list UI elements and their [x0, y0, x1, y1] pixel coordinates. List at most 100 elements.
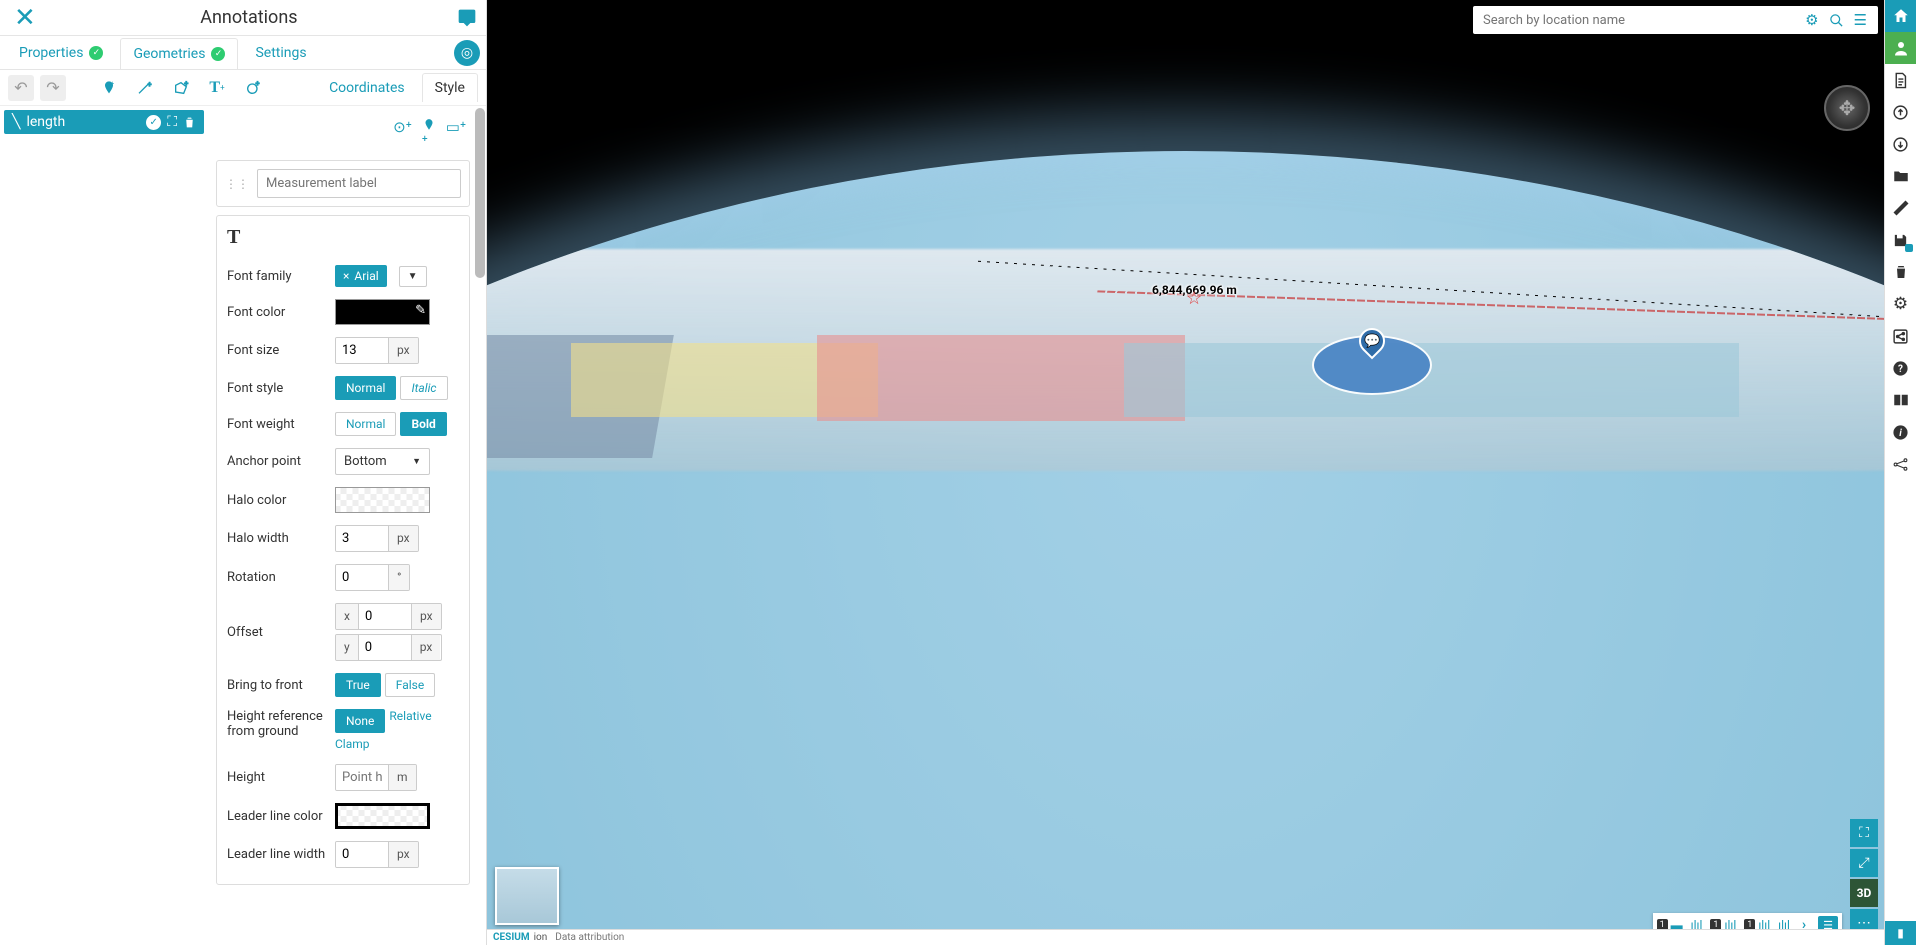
- svg-text:?: ?: [1898, 364, 1903, 375]
- footer: CESIUM ion Data attribution: [487, 929, 1884, 945]
- data-attribution[interactable]: Data attribution: [555, 932, 624, 943]
- bring-front-false[interactable]: False: [385, 673, 435, 697]
- add-line-icon[interactable]: +: [132, 75, 158, 101]
- menu-icon[interactable]: ☰: [1849, 11, 1872, 29]
- expand-icon[interactable]: ⤢: [1850, 849, 1878, 877]
- text-style-group: T Font family × Arial ▼ Font color ✎ Fon…: [216, 215, 470, 885]
- font-style-italic[interactable]: Italic: [400, 376, 447, 400]
- remove-icon[interactable]: ×: [343, 269, 349, 283]
- svg-text:+: +: [148, 80, 152, 88]
- search-icon[interactable]: [1824, 13, 1849, 28]
- check-icon: ✓: [146, 115, 161, 130]
- trash-icon[interactable]: [1885, 256, 1916, 288]
- gear-icon[interactable]: ⚙: [1800, 11, 1823, 29]
- font-weight-normal[interactable]: Normal: [335, 412, 396, 436]
- star-marker[interactable]: ☆: [1186, 288, 1202, 309]
- panel-title: Annotations: [42, 7, 456, 28]
- halo-width-input[interactable]: [336, 526, 388, 551]
- font-weight-bold[interactable]: Bold: [400, 412, 446, 436]
- close-icon[interactable]: ✕: [8, 3, 42, 33]
- collapse-icon[interactable]: ▮: [1885, 921, 1916, 945]
- leader-color-swatch[interactable]: [335, 803, 430, 829]
- ruler-icon[interactable]: [1885, 192, 1916, 224]
- share-icon[interactable]: [1885, 320, 1916, 352]
- user-icon[interactable]: [1885, 32, 1916, 64]
- tab-properties[interactable]: Properties ✓: [6, 37, 116, 68]
- main-tabs: Properties ✓ Geometries ✓ Settings ◎: [0, 36, 486, 70]
- svg-text:+: +: [110, 80, 114, 87]
- add-circle-icon[interactable]: +: [240, 75, 266, 101]
- globe: [487, 151, 1884, 945]
- add-pin-icon[interactable]: ⁺: [422, 118, 436, 150]
- book-icon[interactable]: [1885, 384, 1916, 416]
- fullscreen-icon[interactable]: ⛶: [1850, 819, 1878, 847]
- check-icon: ✓: [89, 46, 103, 60]
- cesium-logo: CESIUM: [493, 932, 530, 943]
- tab-settings[interactable]: Settings: [242, 37, 319, 68]
- heightref-clamp[interactable]: Clamp: [335, 737, 370, 751]
- upload-icon[interactable]: [1885, 96, 1916, 128]
- add-circle-point-icon[interactable]: ⊙⁺: [393, 118, 412, 150]
- map-controls: ⛶ ⤢ 3D ⋯: [1850, 819, 1878, 937]
- search-bar: ⚙ ☰: [1473, 6, 1878, 34]
- add-polygon-icon[interactable]: +: [168, 75, 194, 101]
- geometry-list: ╲ length ✓ ⛶: [0, 106, 208, 945]
- measurement-label-input[interactable]: [257, 169, 461, 198]
- subtab-style[interactable]: Style: [422, 73, 478, 102]
- gear-icon[interactable]: ⚙: [1885, 288, 1916, 320]
- mini-map[interactable]: [495, 867, 559, 925]
- eyedropper-icon: ✎: [415, 303, 426, 318]
- chevron-down-icon: ▼: [412, 456, 421, 467]
- trash-icon[interactable]: [183, 116, 196, 129]
- font-family-chip[interactable]: × Arial: [335, 265, 387, 287]
- target-button[interactable]: ◎: [454, 40, 480, 66]
- font-color-swatch[interactable]: ✎: [335, 299, 430, 325]
- font-family-dropdown[interactable]: ▼: [399, 266, 427, 287]
- redo-button[interactable]: ↷: [40, 75, 66, 101]
- panel-header: ✕ Annotations: [0, 0, 486, 36]
- leader-width-input[interactable]: [336, 842, 388, 867]
- fullscreen-icon[interactable]: ⛶: [167, 114, 177, 130]
- download-icon[interactable]: [1885, 128, 1916, 160]
- grip-icon[interactable]: ⋮⋮: [225, 177, 249, 191]
- offset-y-input[interactable]: [359, 635, 411, 660]
- folder-icon[interactable]: [1885, 160, 1916, 192]
- offset-x-input[interactable]: [359, 604, 411, 629]
- add-text-icon[interactable]: T+: [204, 75, 230, 101]
- subtab-coordinates[interactable]: Coordinates: [316, 73, 418, 102]
- document-icon[interactable]: [1885, 64, 1916, 96]
- map-viewport[interactable]: 6,844,669.96 m ☆ 💬 ⚙ ☰ ✥ 1▬ ılıl 1ılıl 1…: [487, 0, 1884, 945]
- chat-icon[interactable]: [456, 8, 478, 28]
- 3d-toggle[interactable]: 3D: [1850, 879, 1878, 907]
- rotation-input[interactable]: [336, 565, 388, 590]
- svg-text:+: +: [256, 80, 260, 87]
- check-icon: ✓: [211, 47, 225, 61]
- right-toolbar: ⚙ ? i ▮: [1884, 0, 1916, 945]
- font-size-input[interactable]: [336, 338, 388, 363]
- bring-front-true[interactable]: True: [335, 673, 381, 697]
- add-marker-icon[interactable]: +: [96, 75, 122, 101]
- font-style-normal[interactable]: Normal: [335, 376, 396, 400]
- help-icon[interactable]: ?: [1885, 352, 1916, 384]
- geometry-toolbar: ↶ ↷ + + + T+ + Coordinates Style: [0, 70, 486, 106]
- height-input[interactable]: [336, 765, 388, 790]
- line-icon: ╲: [12, 114, 20, 130]
- search-input[interactable]: [1479, 9, 1800, 32]
- measurement-label-row: ⋮⋮: [216, 160, 470, 207]
- home-icon[interactable]: [1885, 0, 1916, 32]
- anchor-select[interactable]: Bottom ▼: [335, 448, 430, 475]
- style-panel: ⊙⁺ ⁺ ▭⁺ ⋮⋮ T Font family × Arial: [208, 106, 486, 945]
- info-icon[interactable]: i: [1885, 416, 1916, 448]
- add-shape-icon[interactable]: ▭⁺: [446, 118, 466, 150]
- heightref-none[interactable]: None: [335, 709, 385, 733]
- heightref-relative[interactable]: Relative: [389, 709, 431, 733]
- tab-geometries[interactable]: Geometries ✓: [120, 38, 238, 69]
- save-icon[interactable]: [1885, 224, 1916, 256]
- halo-color-swatch[interactable]: [335, 487, 430, 513]
- scrollbar[interactable]: [475, 108, 485, 278]
- graph-icon[interactable]: [1885, 448, 1916, 480]
- annotations-panel: ✕ Annotations Properties ✓ Geometries ✓ …: [0, 0, 487, 945]
- undo-button[interactable]: ↶: [8, 75, 34, 101]
- geometry-item-length[interactable]: ╲ length ✓ ⛶: [4, 110, 204, 134]
- compass[interactable]: ✥: [1824, 85, 1870, 131]
